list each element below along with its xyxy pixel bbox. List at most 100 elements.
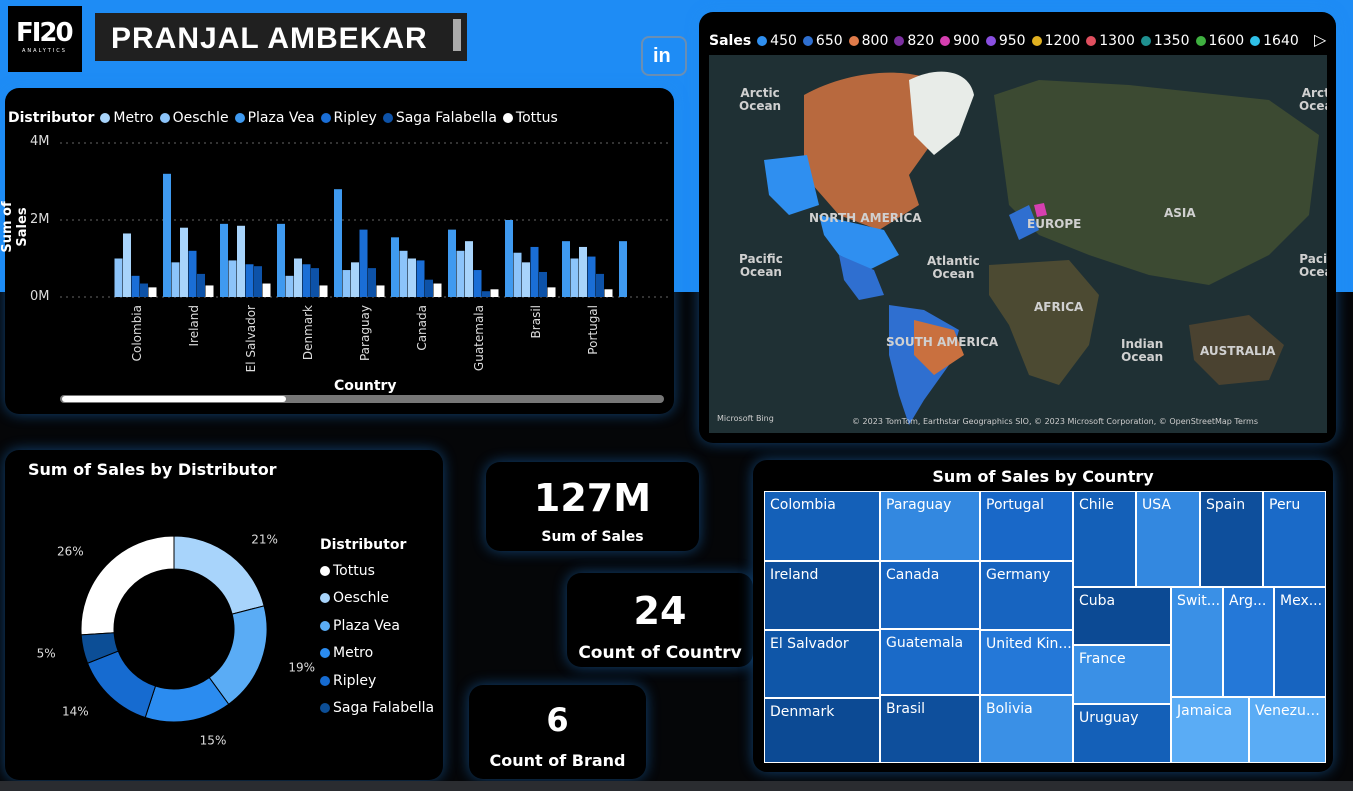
bar[interactable] [522,262,530,297]
bar[interactable] [237,225,245,297]
linkedin-button[interactable]: in [641,36,687,76]
bar[interactable] [220,223,228,297]
bar[interactable] [513,252,522,297]
map-legend-item[interactable]: 800 [848,33,888,49]
bar[interactable] [254,266,262,297]
bar[interactable] [433,283,442,297]
bar[interactable] [351,262,359,297]
bar[interactable] [539,271,547,297]
donut-legend-item[interactable]: Oeschle [320,585,434,613]
scrollbar-thumb[interactable] [62,396,286,402]
bar[interactable] [490,289,499,297]
donut-legend-item[interactable]: Tottus [320,557,434,585]
map-legend-item[interactable]: 1200 [1031,33,1080,49]
bar[interactable] [604,289,613,297]
bar[interactable] [334,189,342,297]
treemap-cell[interactable]: Bolivia [980,695,1073,763]
bar[interactable] [228,260,237,297]
treemap-cell[interactable]: Ireland [764,561,880,630]
treemap-cell[interactable]: Arg... [1223,587,1274,697]
legend-item-saga-falabella[interactable]: Saga Falabella [382,110,497,126]
bar[interactable] [171,262,180,297]
map-legend-next-arrow[interactable]: ▷ [1314,30,1326,49]
treemap-cell[interactable]: Venezue... [1249,697,1326,763]
bar[interactable] [180,227,188,297]
bar[interactable] [562,241,570,297]
treemap-cell[interactable]: Swit... [1171,587,1223,697]
donut-legend-item[interactable]: Metro [320,640,434,668]
bar[interactable] [530,246,539,297]
map-credit-copyright[interactable]: © 2023 TomTom, Earthstar Geographics SIO… [852,417,1258,426]
bar[interactable] [505,220,513,297]
bar[interactable] [285,275,294,297]
bar[interactable] [416,260,425,297]
treemap-cell[interactable]: Colombia [764,491,880,561]
bar[interactable] [342,270,351,297]
bar[interactable] [302,264,311,297]
donut-legend-item[interactable]: Plaza Vea [320,612,434,640]
treemap-cell[interactable]: Mex... [1274,587,1326,697]
treemap-cell[interactable]: USA [1136,491,1200,587]
map-legend-item[interactable]: 1300 [1086,33,1135,49]
bar[interactable] [114,258,123,298]
bar[interactable] [163,173,171,297]
treemap-cell[interactable]: Guatemala [880,629,980,695]
bar[interactable] [376,285,385,297]
treemap-cell[interactable]: Peru [1263,491,1326,587]
bar[interactable] [456,250,465,297]
treemap-cell[interactable]: El Salvador [764,630,880,698]
treemap-cell[interactable]: Portugal [980,491,1073,561]
treemap-cell[interactable]: Canada [880,561,980,629]
treemap-cell[interactable]: Germany [980,561,1073,630]
bar[interactable] [473,270,482,297]
treemap-cell[interactable]: France [1073,645,1171,704]
bar[interactable] [547,287,556,297]
bar[interactable] [197,273,205,297]
treemap-cell[interactable]: Brasil [880,695,980,763]
bar[interactable] [294,258,302,298]
legend-item-oeschle[interactable]: Oeschle [159,110,229,126]
donut-slice[interactable] [80,535,175,636]
treemap-cell[interactable]: Paraguay [880,491,980,561]
bar[interactable] [140,283,148,297]
treemap-cell[interactable]: Jamaica [1171,697,1249,763]
map-legend-item[interactable]: 1350 [1140,33,1190,49]
legend-item-metro[interactable]: Metro [100,110,154,126]
map-legend-item[interactable]: 450 [757,33,797,49]
treemap-cell[interactable]: Denmark [764,698,880,763]
bar-chart-scrollbar[interactable] [60,395,664,403]
map-legend-item[interactable]: 650 [802,33,843,49]
bar[interactable] [311,268,319,297]
bar[interactable] [131,275,140,297]
donut-legend-item[interactable]: Ripley [320,667,434,695]
donut-slice[interactable] [173,535,265,615]
bar[interactable] [570,258,579,298]
map-legend-item[interactable]: 950 [985,33,1026,49]
bar[interactable] [408,258,416,298]
map-legend-item[interactable]: 820 [894,33,934,49]
bar[interactable] [399,250,408,297]
bar[interactable] [319,285,328,297]
map-legend-item[interactable]: 900 [940,33,980,49]
bar[interactable] [425,279,433,297]
bar[interactable] [448,229,456,297]
map-legend-item[interactable]: 1640 [1250,33,1299,49]
legend-item-tottus[interactable]: Tottus [502,110,558,126]
treemap-cell[interactable]: Uruguay [1073,704,1171,763]
bar[interactable] [188,250,197,297]
bar[interactable] [262,283,271,297]
treemap-cell[interactable]: Cuba [1073,587,1171,645]
bar[interactable] [391,237,399,297]
bar[interactable] [587,256,596,297]
bar[interactable] [123,233,131,297]
bar[interactable] [619,241,627,297]
treemap-cell[interactable]: United Kin... [980,630,1073,695]
bar[interactable] [596,273,604,297]
map-legend-item[interactable]: 1600 [1195,33,1244,49]
legend-item-plaza-vea[interactable]: Plaza Vea [234,110,315,126]
donut-slice[interactable] [86,650,157,719]
bar[interactable] [579,246,587,297]
treemap-cell[interactable]: Spain [1200,491,1263,587]
treemap-cell[interactable]: Chile [1073,491,1136,587]
world-map[interactable]: Arctic Ocean Arct Ocea NORTH AMERICA EUR… [709,55,1327,433]
